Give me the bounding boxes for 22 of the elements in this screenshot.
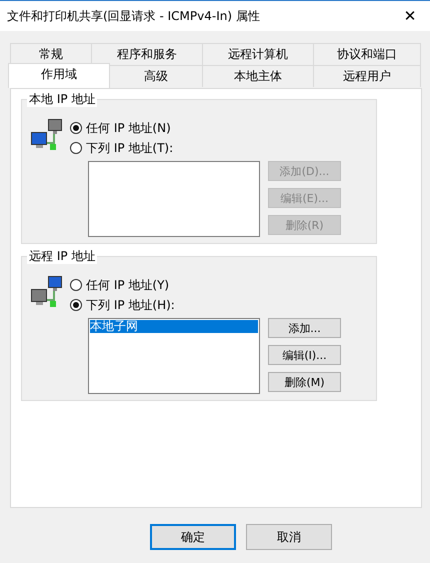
action-button[interactable]: 删除(M) bbox=[268, 372, 341, 392]
group-title: 远程 IP 地址 bbox=[27, 249, 98, 264]
address-list[interactable] bbox=[88, 161, 260, 237]
tab[interactable]: 协议和端口 bbox=[313, 43, 421, 65]
window-title: 文件和打印机共享(回显请求 - ICMPv4-In) 属性 bbox=[7, 8, 260, 24]
dialog-button[interactable]: 确定 bbox=[150, 524, 236, 550]
radio-option[interactable]: 下列 IP 地址(T): bbox=[70, 138, 174, 158]
address-list[interactable]: 本地子网 bbox=[88, 318, 260, 394]
network-computers-icon bbox=[30, 275, 64, 309]
network-computers-icon bbox=[30, 118, 64, 152]
tab[interactable]: 作用域 bbox=[8, 63, 110, 88]
action-button[interactable]: 编辑(I)... bbox=[268, 345, 341, 365]
list-item[interactable]: 本地子网 bbox=[90, 320, 258, 333]
radio-option[interactable]: 下列 IP 地址(H): bbox=[70, 295, 175, 315]
tab[interactable]: 常规 bbox=[10, 43, 92, 65]
dialog-button[interactable]: 取消 bbox=[246, 524, 332, 550]
radio-option[interactable]: 任何 IP 地址(N) bbox=[70, 118, 171, 138]
close-button[interactable]: ✕ bbox=[390, 1, 430, 31]
action-button[interactable]: 添加... bbox=[268, 318, 341, 338]
tab[interactable]: 远程用户 bbox=[313, 65, 421, 87]
radio-option[interactable]: 任何 IP 地址(Y) bbox=[70, 275, 170, 295]
group-title: 本地 IP 地址 bbox=[27, 92, 98, 107]
